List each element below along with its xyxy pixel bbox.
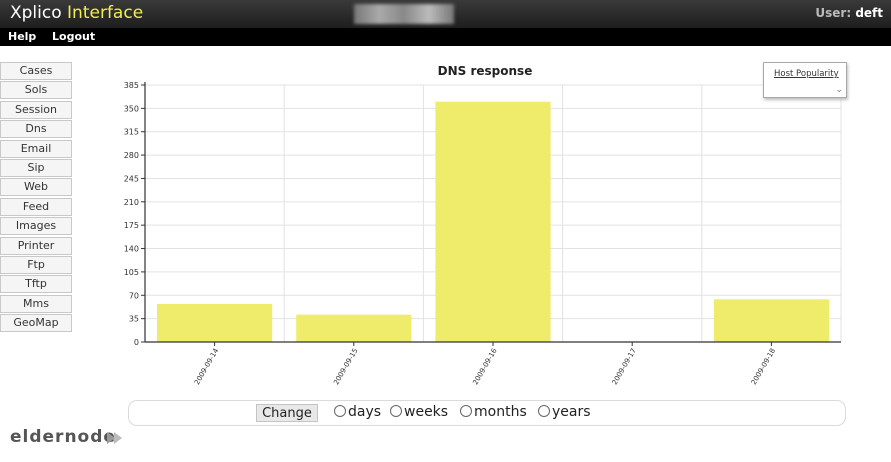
period-controls: Change days weeks months years <box>128 400 846 426</box>
sidebar-item-images[interactable]: Images <box>0 217 72 236</box>
chevron-down-icon[interactable]: ⌄ <box>835 85 843 95</box>
host-popularity-panel: Host Popularity ⌄ <box>763 62 847 98</box>
user-info: User: deft <box>815 6 883 20</box>
x-tick-label: 2009-09-17 <box>611 347 638 386</box>
radio-days[interactable]: days <box>334 404 381 420</box>
y-tick-label: 280 <box>124 151 139 160</box>
radio-dot-years <box>538 405 550 417</box>
logo-arrow-icon <box>107 432 122 444</box>
radio-months[interactable]: months <box>460 404 527 420</box>
y-axis-ticks: 0 35 70 105 140 175 210 245 280 315 350 385 <box>124 81 145 347</box>
chart-title: DNS response <box>438 64 533 78</box>
sidebar-item-dns[interactable]: Dns <box>0 120 72 139</box>
sidebar-item-sols[interactable]: Sols <box>0 81 72 100</box>
title-bar: Xplico Interface User: deft <box>0 0 891 28</box>
radio-years[interactable]: years <box>538 404 591 420</box>
sidebar-item-cases[interactable]: Cases <box>0 62 72 80</box>
x-tick-label: 2009-09-16 <box>471 347 499 387</box>
user-label: User: <box>815 6 852 20</box>
y-tick-label: 245 <box>124 174 139 183</box>
radio-label-years: years <box>552 404 591 420</box>
sidebar-item-feed[interactable]: Feed <box>0 197 72 216</box>
radio-dot-days <box>334 405 346 417</box>
y-tick-label: 70 <box>129 291 139 300</box>
bar-2009-09-14 <box>157 303 273 342</box>
sidebar-item-web[interactable]: Web <box>0 178 72 197</box>
radio-weeks[interactable]: weeks <box>390 404 448 420</box>
x-tick-label: 2009-09-14 <box>193 347 221 387</box>
sidebar-item-mms[interactable]: Mms <box>0 294 72 313</box>
bar-2009-09-16 <box>435 101 551 342</box>
sidebar-item-geomap[interactable]: GeoMap <box>0 314 72 333</box>
dns-response-chart: DNS response 0 35 70 105 140 175 210 245 280 315 3… <box>124 64 842 386</box>
y-tick-label: 0 <box>134 338 139 347</box>
radio-dot-weeks <box>390 405 402 417</box>
y-tick-label: 210 <box>124 198 139 207</box>
menu-help[interactable]: Help <box>8 30 36 43</box>
sidebar-item-sip[interactable]: Sip <box>0 158 72 177</box>
menu-logout[interactable]: Logout <box>52 30 95 43</box>
y-tick-label: 315 <box>124 128 139 137</box>
y-tick-label: 350 <box>124 104 139 113</box>
app-brand: Xplico Interface <box>10 3 143 23</box>
y-tick-label: 385 <box>124 81 139 90</box>
x-axis-ticks: 2009-09-14 2009-09-15 2009-09-16 2009-09-17… <box>193 342 777 386</box>
sidebar-item-printer[interactable]: Printer <box>0 236 72 255</box>
y-tick-label: 140 <box>124 245 139 254</box>
sidebar-nav: Cases Sols Session Dns Email Sip Web Fee… <box>0 62 72 333</box>
brand-prefix: Xplico <box>10 3 62 23</box>
menu-bar: Help Logout <box>0 28 891 46</box>
bar-2009-09-15 <box>296 314 412 342</box>
brand-accent: Interface <box>67 3 144 23</box>
sidebar-item-ftp[interactable]: Ftp <box>0 255 72 274</box>
sidebar-item-tftp[interactable]: Tftp <box>0 275 72 294</box>
radio-dot-months <box>460 405 472 417</box>
y-tick-label: 35 <box>129 315 139 324</box>
sidebar-item-session[interactable]: Session <box>0 100 72 119</box>
blurred-header-image <box>354 4 454 24</box>
x-tick-label: 2009-09-15 <box>332 347 359 386</box>
y-tick-label: 175 <box>124 221 139 230</box>
change-button[interactable]: Change <box>256 404 318 422</box>
radio-label-weeks: weeks <box>404 404 449 420</box>
bar-2009-09-18 <box>713 299 829 342</box>
x-tick-label: 2009-09-18 <box>750 347 777 386</box>
radio-label-days: days <box>348 404 382 420</box>
eldernode-logo: eldernode <box>10 427 116 447</box>
sidebar-item-email[interactable]: Email <box>0 139 72 158</box>
chart-bars <box>157 101 829 342</box>
user-name: deft <box>855 6 883 20</box>
y-tick-label: 105 <box>124 268 139 277</box>
radio-label-months: months <box>474 404 527 420</box>
host-popularity-link[interactable]: Host Popularity <box>774 69 839 79</box>
